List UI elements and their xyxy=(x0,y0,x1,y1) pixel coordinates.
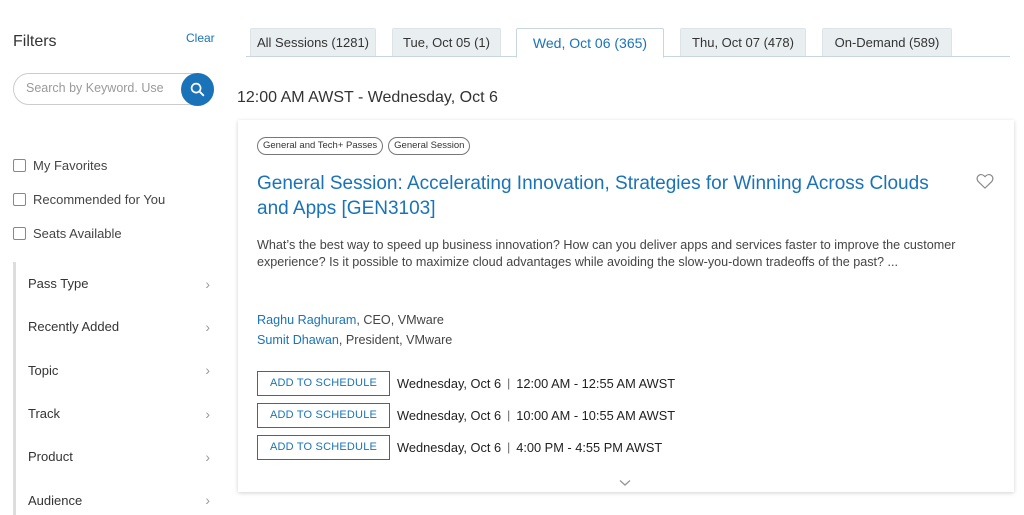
chevron-right-icon: › xyxy=(205,448,210,465)
facet-label: Track xyxy=(28,406,61,422)
facet-label: Pass Type xyxy=(28,276,89,292)
search-icon xyxy=(190,82,205,97)
clear-filters-link[interactable]: Clear xyxy=(186,31,215,45)
checkbox[interactable] xyxy=(13,226,26,240)
session-description: What’s the best way to speed up business… xyxy=(257,238,956,269)
session-badges: General and Tech+ Passes General Session xyxy=(257,137,471,155)
chevron-right-icon: › xyxy=(205,405,210,422)
facet-list: Pass Type › Recently Added › Topic › Tra… xyxy=(13,262,216,515)
schedule-row: ADD TO SCHEDULE Wednesday, Oct 6 | 10:00… xyxy=(257,399,675,431)
time-slot-heading: 12:00 AM AWST - Wednesday, Oct 6 xyxy=(237,89,498,106)
add-to-schedule-button[interactable]: ADD TO SCHEDULE xyxy=(257,402,390,428)
chevron-down-icon xyxy=(619,479,631,486)
speaker-row: Raghu Raghuram, CEO, VMware xyxy=(257,310,452,330)
tab-all-sessions[interactable]: All Sessions (1281) xyxy=(250,28,376,56)
facet-track[interactable]: Track › xyxy=(16,392,216,435)
checkbox[interactable] xyxy=(13,192,26,206)
facet-label: Audience xyxy=(28,492,83,508)
expand-button[interactable] xyxy=(619,474,631,492)
divider: | xyxy=(507,408,511,422)
tab-wed-oct-06[interactable]: Wed, Oct 06 (365) xyxy=(516,28,664,58)
speaker-role: , President, VMware xyxy=(338,333,453,347)
filters-title: Filters xyxy=(13,33,57,50)
chevron-right-icon: › xyxy=(205,362,210,379)
checkbox-label: Seats Available xyxy=(33,225,122,241)
tab-tue-oct-05[interactable]: Tue, Oct 05 (1) xyxy=(392,28,501,56)
date-tabs: All Sessions (1281) Tue, Oct 05 (1) Wed,… xyxy=(246,28,1010,58)
tab-on-demand[interactable]: On-Demand (589) xyxy=(822,28,952,56)
checkbox-seats-available[interactable]: Seats Available xyxy=(13,216,165,250)
facet-label: Topic xyxy=(28,362,59,378)
facet-audience[interactable]: Audience › xyxy=(16,478,216,515)
checkbox-label: Recommended for You xyxy=(33,191,166,207)
facet-product[interactable]: Product › xyxy=(16,435,216,478)
checkbox-recommended[interactable]: Recommended for You xyxy=(13,182,165,216)
pass-badge: General and Tech+ Passes xyxy=(257,137,384,155)
checkbox[interactable] xyxy=(13,158,26,172)
filters-sidebar: Filters Clear My Favorites Recommended f… xyxy=(0,0,230,515)
checkbox-my-favorites[interactable]: My Favorites xyxy=(13,148,165,182)
chevron-right-icon: › xyxy=(205,492,210,509)
speaker-name-link[interactable]: Raghu Raghuram xyxy=(257,313,356,327)
speaker-row: Sumit Dhawan, President, VMware xyxy=(257,330,452,350)
session-card: General and Tech+ Passes General Session… xyxy=(238,120,1014,492)
add-to-schedule-button[interactable]: ADD TO SCHEDULE xyxy=(257,434,390,460)
facet-label: Recently Added xyxy=(28,319,120,335)
favorite-button[interactable] xyxy=(976,173,994,194)
search-input[interactable] xyxy=(26,81,186,95)
add-to-schedule-button[interactable]: ADD TO SCHEDULE xyxy=(257,370,390,396)
chevron-right-icon: › xyxy=(205,318,210,335)
checkbox-label: My Favorites xyxy=(33,157,108,173)
schedule-day: Wednesday, Oct 6 xyxy=(397,439,502,455)
session-type-badge: General Session xyxy=(388,137,471,155)
facet-recently-added[interactable]: Recently Added › xyxy=(16,305,216,348)
quick-filters: My Favorites Recommended for You Seats A… xyxy=(13,148,165,250)
divider: | xyxy=(507,376,511,390)
speaker-name-link[interactable]: Sumit Dhawan xyxy=(257,333,339,347)
search-box xyxy=(13,73,214,106)
tab-thu-oct-07[interactable]: Thu, Oct 07 (478) xyxy=(680,28,806,56)
schedule-row: ADD TO SCHEDULE Wednesday, Oct 6 | 4:00 … xyxy=(257,431,675,463)
heart-icon xyxy=(976,174,994,189)
search-button[interactable] xyxy=(181,73,214,106)
schedule-list: ADD TO SCHEDULE Wednesday, Oct 6 | 12:00… xyxy=(257,367,675,463)
schedule-time: 12:00 AM - 12:55 AM AWST xyxy=(516,375,676,391)
schedule-day: Wednesday, Oct 6 xyxy=(397,375,502,391)
session-title-link[interactable]: General Session: Accelerating Innovation… xyxy=(257,171,957,221)
schedule-row: ADD TO SCHEDULE Wednesday, Oct 6 | 12:00… xyxy=(257,367,675,399)
schedule-day: Wednesday, Oct 6 xyxy=(397,407,502,423)
divider: | xyxy=(507,440,511,454)
facet-label: Product xyxy=(28,449,73,465)
facet-topic[interactable]: Topic › xyxy=(16,349,216,392)
speaker-role: , CEO, VMware xyxy=(356,313,444,327)
schedule-time: 4:00 PM - 4:55 PM AWST xyxy=(516,439,663,455)
chevron-right-icon: › xyxy=(205,275,210,292)
schedule-time: 10:00 AM - 10:55 AM AWST xyxy=(516,407,676,423)
facet-pass-type[interactable]: Pass Type › xyxy=(16,262,216,305)
speaker-list: Raghu Raghuram, CEO, VMware Sumit Dhawan… xyxy=(257,310,452,350)
